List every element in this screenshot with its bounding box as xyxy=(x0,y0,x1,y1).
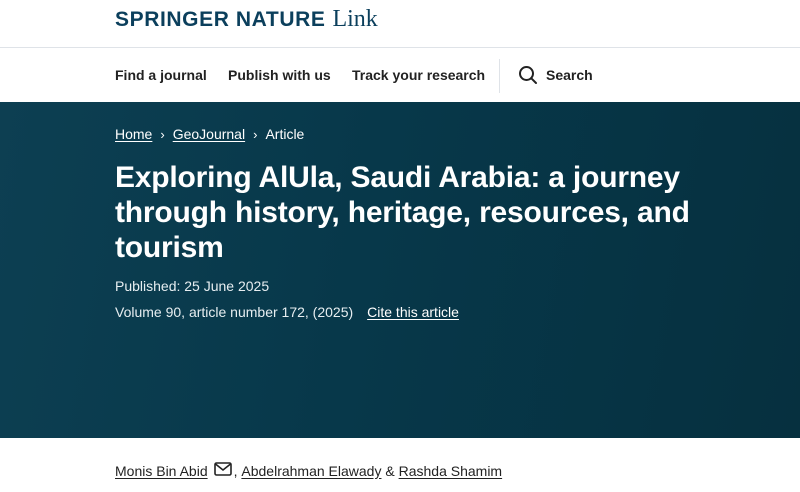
site-header: SPRINGER NATURE Link xyxy=(0,0,800,48)
springer-nature-link-logo[interactable]: SPRINGER NATURE Link xyxy=(115,6,378,34)
author-list: Monis Bin Abid , Abdelrahman Elawady & R… xyxy=(115,462,502,479)
email-icon[interactable] xyxy=(213,462,232,479)
breadcrumb-current: Article xyxy=(265,126,305,142)
author-link[interactable]: Monis Bin Abid xyxy=(115,463,208,479)
chevron-right-icon: › xyxy=(253,126,258,142)
logo-link-text: Link xyxy=(332,6,378,32)
logo-brand-text: SPRINGER NATURE xyxy=(115,8,326,31)
search-label: Search xyxy=(546,67,593,83)
author-link[interactable]: Abdelrahman Elawady xyxy=(241,463,381,479)
cite-this-article-link[interactable]: Cite this article xyxy=(367,304,459,320)
volume-info: Volume 90, article number 172, (2025) Ci… xyxy=(115,304,459,320)
author-link[interactable]: Rashda Shamim xyxy=(399,463,503,479)
article-title: Exploring AlUla, Saudi Arabia: a journey… xyxy=(115,161,690,264)
nav-track-your-research[interactable]: Track your research xyxy=(352,67,485,83)
nav-divider xyxy=(499,59,500,93)
volume-text: Volume 90, article number 172, (2025) xyxy=(115,304,354,320)
nav-publish-with-us[interactable]: Publish with us xyxy=(228,67,331,83)
article-hero: Home › GeoJournal › Article Exploring Al… xyxy=(0,102,800,438)
published-date: Published: 25 June 2025 xyxy=(115,278,270,294)
chevron-right-icon: › xyxy=(160,126,165,142)
author-separator: , xyxy=(233,462,238,479)
breadcrumb-home[interactable]: Home xyxy=(115,126,152,142)
search-icon xyxy=(519,66,537,84)
search-button[interactable]: Search xyxy=(518,65,593,85)
breadcrumb: Home › GeoJournal › Article xyxy=(115,126,304,142)
nav-find-a-journal[interactable]: Find a journal xyxy=(115,67,207,83)
main-nav: Find a journal Publish with us Track you… xyxy=(0,49,800,102)
breadcrumb-journal[interactable]: GeoJournal xyxy=(173,126,245,142)
author-separator: & xyxy=(385,462,395,479)
